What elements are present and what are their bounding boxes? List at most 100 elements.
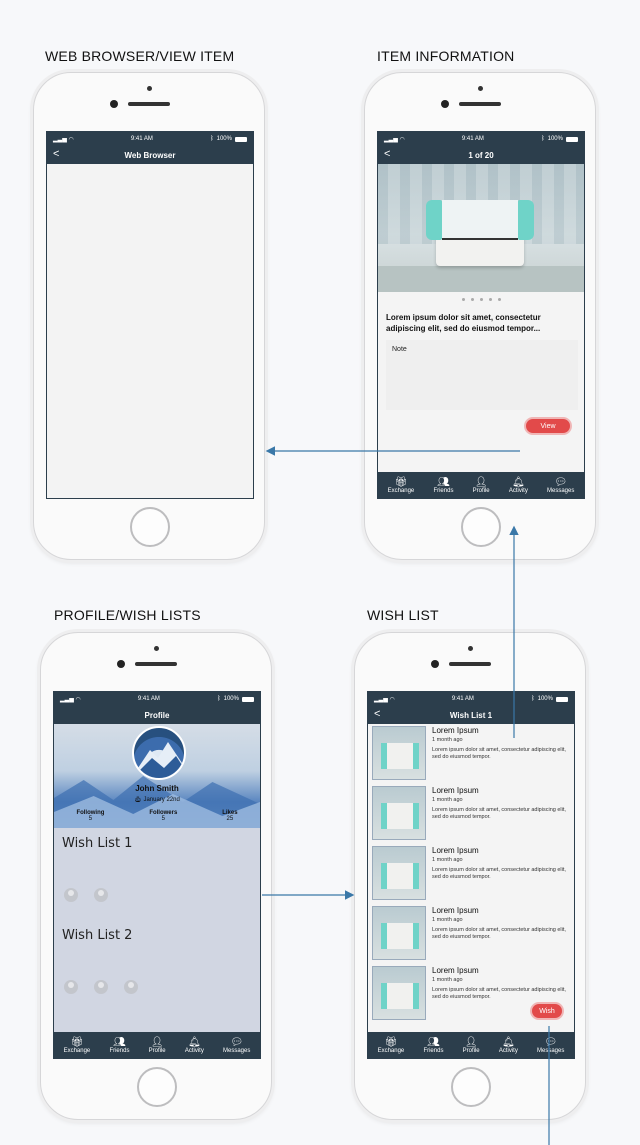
note-label: Note <box>392 346 407 353</box>
bluetooth-icon: ᛒ <box>541 136 545 142</box>
phone-profile: ▂▃▅ ◠ 9:41 AM ᛒ 100% Profile John Smith 🎂… <box>40 632 272 1120</box>
earpiece-speaker <box>459 102 501 106</box>
gift-icon: 🎁︎ <box>70 1036 84 1048</box>
tab-messages[interactable]: 💬︎ Messages <box>547 477 574 494</box>
sensor-dot <box>478 86 483 91</box>
tab-exchange[interactable]: 🎁︎ Exchange <box>388 477 415 494</box>
wish-list-1-title[interactable]: Wish List 1 <box>62 836 132 851</box>
item-desc: Lorem ipsum dolor sit amet, consectetur … <box>432 927 566 940</box>
home-button[interactable] <box>137 1067 177 1107</box>
item-description: Lorem ipsum dolor sit amet, consectetur … <box>386 313 541 333</box>
wish-list-2-title[interactable]: Wish List 2 <box>62 928 132 943</box>
browser-screen: ▂▃▅ ◠ 9:41 AM ᛒ 100% < Web Browser <box>46 131 254 499</box>
item-desc: Lorem ipsum dolor sit amet, consectetur … <box>432 987 566 1000</box>
item-name: Lorem Ipsum <box>432 906 479 915</box>
avatar[interactable] <box>132 726 186 780</box>
friends-icon: 👥︎ <box>437 476 450 488</box>
tab-friends[interactable]: 👥︎ Friends <box>423 1037 443 1054</box>
item-thumbnail <box>372 846 426 900</box>
message-icon: 💬︎ <box>544 1036 558 1048</box>
label-web-browser: WEB BROWSER/VIEW ITEM <box>45 48 235 64</box>
signal-icon: ▂▃▅ ◠ <box>384 136 405 143</box>
console-image <box>426 200 534 272</box>
view-button[interactable]: View <box>524 417 572 435</box>
friends-icon: 👥︎ <box>113 1036 126 1048</box>
page-title: Web Browser <box>124 150 176 160</box>
item-name: Lorem Ipsum <box>432 726 479 735</box>
web-content-area[interactable] <box>47 164 253 498</box>
label-wish-list: WISH LIST <box>367 607 439 623</box>
item-thumbnail <box>372 966 426 1020</box>
battery-percent: 100% <box>216 136 232 142</box>
home-button[interactable] <box>130 507 170 547</box>
stat-followers[interactable]: Followers 5 <box>149 810 177 822</box>
home-button[interactable] <box>451 1067 491 1107</box>
list-item[interactable]: Lorem Ipsum 1 month ago Lorem ipsum dolo… <box>368 784 574 842</box>
status-bar: ▂▃▅ ◠ 9:41 AM ᛒ 100% <box>54 692 260 706</box>
friend-avatar[interactable] <box>124 980 138 994</box>
tab-messages[interactable]: 💬︎ Messages <box>223 1037 250 1054</box>
item-name: Lorem Ipsum <box>432 966 479 975</box>
tab-messages[interactable]: 💬︎ Messages <box>537 1037 564 1054</box>
tab-friends[interactable]: 👥︎ Friends <box>109 1037 129 1054</box>
item-thumbnail <box>372 906 426 960</box>
battery-icon <box>241 696 254 702</box>
label-item-information: ITEM INFORMATION <box>377 48 515 64</box>
tab-profile[interactable]: 👤︎ Profile <box>149 1037 166 1054</box>
status-time: 9:41 AM <box>130 136 153 142</box>
status-bar: ▂▃▅ ◠ 9:41 AM ᛒ 100% <box>368 692 574 706</box>
signal-icon: ▂▃▅ ◠ <box>60 696 81 703</box>
page-title: 1 of 20 <box>468 150 494 160</box>
wishlist-screen: ▂▃▅ ◠ 9:41 AM ᛒ 100% < Wish List 1 Lorem … <box>367 691 575 1059</box>
list-item[interactable]: Lorem Ipsum 1 month ago Lorem ipsum dolo… <box>368 904 574 962</box>
item-time: 1 month ago <box>432 797 463 803</box>
bell-icon: 🔔︎ <box>501 1036 515 1048</box>
item-time: 1 month ago <box>432 977 463 983</box>
bell-icon: 🔔︎ <box>187 1036 201 1048</box>
sensor-dot <box>468 646 473 651</box>
tab-activity[interactable]: 🔔︎ Activity <box>185 1037 204 1054</box>
back-button[interactable]: < <box>384 148 390 160</box>
friend-avatar[interactable] <box>64 888 78 902</box>
tab-activity[interactable]: 🔔︎ Activity <box>499 1037 518 1054</box>
back-button[interactable]: < <box>53 148 59 160</box>
battery-percent: 100% <box>223 696 239 702</box>
item-screen: ▂▃▅ ◠ 9:41 AM ᛒ 100% < 1 of 20 Lorem ipsu… <box>377 131 585 499</box>
tab-exchange[interactable]: 🎁︎ Exchange <box>378 1037 405 1054</box>
friend-avatar[interactable] <box>94 888 108 902</box>
back-button[interactable]: < <box>374 708 380 720</box>
tab-profile[interactable]: 👤︎ Profile <box>463 1037 480 1054</box>
list-item[interactable]: Lorem Ipsum 1 month ago Lorem ipsum dolo… <box>368 724 574 782</box>
front-camera <box>110 100 118 108</box>
nav-bar: < 1 of 20 <box>378 146 584 164</box>
front-camera <box>441 100 449 108</box>
nav-bar: Profile <box>54 706 260 724</box>
item-photo[interactable] <box>378 164 584 292</box>
tab-profile[interactable]: 👤︎ Profile <box>473 477 490 494</box>
battery-percent: 100% <box>537 696 553 702</box>
item-thumbnail <box>372 786 426 840</box>
list-item[interactable]: Lorem Ipsum 1 month ago Lorem ipsum dolo… <box>368 844 574 902</box>
profile-stats: Following 5 Followers 5 Likes 25 <box>54 810 260 822</box>
earpiece-speaker <box>128 102 170 106</box>
wish-button[interactable]: Wish <box>530 1002 564 1020</box>
status-bar: ▂▃▅ ◠ 9:41 AM ᛒ 100% <box>378 132 584 146</box>
carousel-dots[interactable] <box>378 298 584 301</box>
tab-activity[interactable]: 🔔︎ Activity <box>509 477 528 494</box>
front-camera <box>431 660 439 668</box>
sensor-dot <box>154 646 159 651</box>
front-camera <box>117 660 125 668</box>
note-field[interactable]: Note <box>386 340 578 410</box>
tab-friends[interactable]: 👥︎ Friends <box>433 477 453 494</box>
profile-icon: 👤︎ <box>474 476 488 488</box>
friend-avatar[interactable] <box>94 980 108 994</box>
phone-item-information: ▂▃▅ ◠ 9:41 AM ᛒ 100% < 1 of 20 Lorem ipsu… <box>364 72 596 560</box>
friend-avatar[interactable] <box>64 980 78 994</box>
wish-lists-panel: Wish List 1 Wish List 2 <box>54 828 260 1034</box>
item-time: 1 month ago <box>432 737 463 743</box>
stat-following[interactable]: Following 5 <box>76 810 104 822</box>
home-button[interactable] <box>461 507 501 547</box>
tab-bar: 🎁︎ Exchange 👥︎ Friends 👤︎ Profile 🔔︎ Activit… <box>368 1032 574 1058</box>
stat-likes[interactable]: Likes 25 <box>222 810 237 822</box>
tab-exchange[interactable]: 🎁︎ Exchange <box>64 1037 91 1054</box>
